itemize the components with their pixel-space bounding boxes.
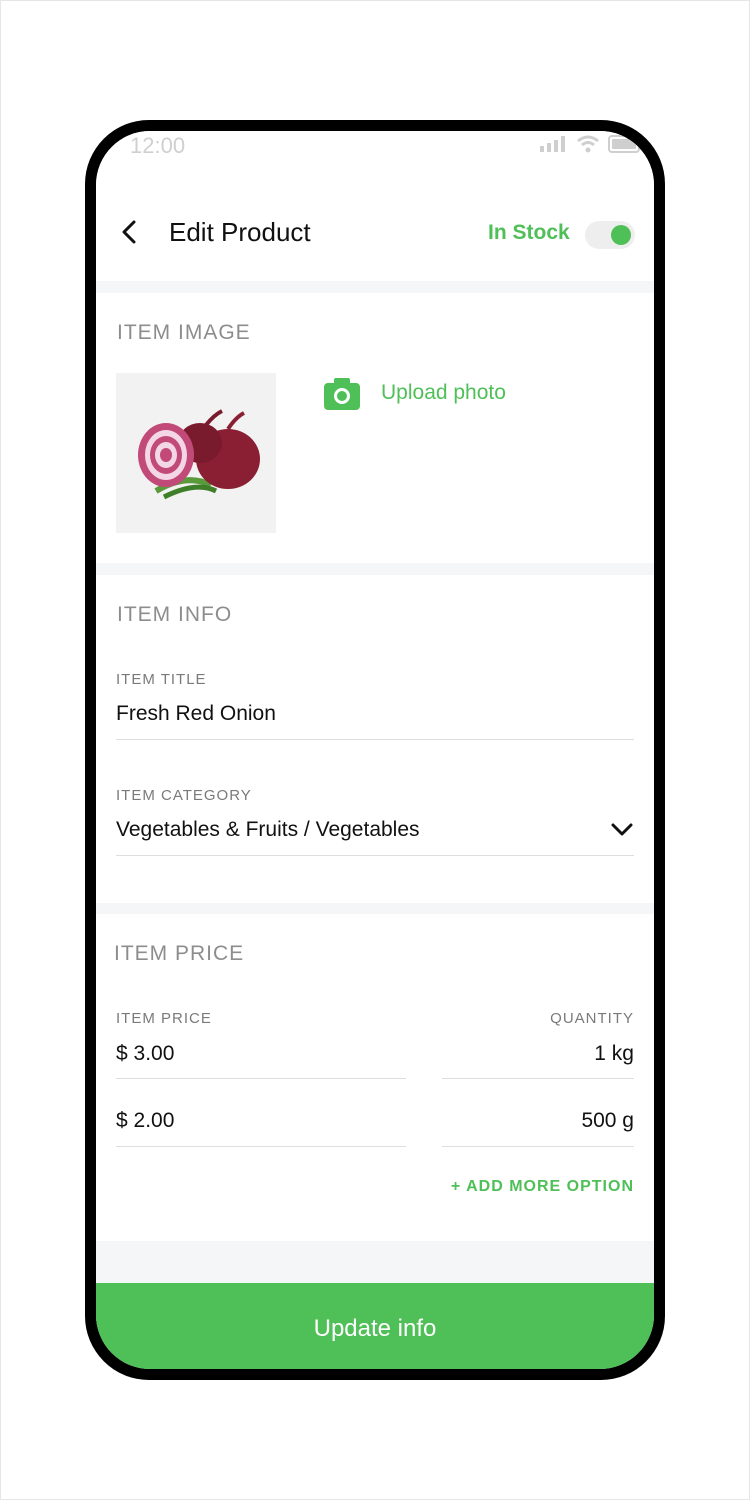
item-title-label: ITEM TITLE [116,671,207,688]
item-image-section: ITEM IMAGE Upload photo [96,293,654,563]
quantity-field-1[interactable]: 1 kg [594,1042,634,1066]
status-time: 12:00 [130,133,186,158]
product-image [116,373,276,533]
chevron-down-icon[interactable] [611,823,633,837]
price-field-2[interactable]: $ 2.00 [116,1109,174,1133]
item-price-section: ITEM PRICE ITEM PRICE QUANTITY $ 3.00 1 … [96,914,654,1241]
camera-icon[interactable] [324,378,360,410]
item-category-underline [116,855,634,856]
item-category-select[interactable]: Vegetables & Fruits / Vegetables [116,818,420,842]
header: 12:00 Edit Product In Stock [96,131,654,281]
quantity-underline-1 [442,1078,634,1079]
item-title-field[interactable]: Fresh Red Onion [116,702,276,726]
section-title-image: ITEM IMAGE [117,321,251,344]
app-screen: 12:00 Edit Product In Stock ITEM IMAGE U… [96,131,654,1369]
price-underline-2 [116,1146,406,1147]
red-onion-photo [138,409,260,500]
signal-icon [540,136,565,152]
quantity-column-label: QUANTITY [550,1010,634,1027]
stock-status-label: In Stock [488,221,570,244]
upload-photo-link[interactable]: Upload photo [381,381,506,405]
item-category-label: ITEM CATEGORY [116,787,252,804]
quantity-field-2[interactable]: 500 g [581,1109,634,1133]
in-stock-toggle[interactable] [585,221,635,249]
toggle-knob [611,225,631,245]
section-title-info: ITEM INFO [117,603,233,626]
price-underline-1 [116,1078,406,1079]
item-title-underline [116,739,634,740]
price-field-1[interactable]: $ 3.00 [116,1042,174,1066]
quantity-underline-2 [442,1146,634,1147]
price-column-label: ITEM PRICE [116,1010,212,1027]
back-arrow-icon[interactable] [118,219,140,245]
battery-icon [608,135,640,153]
section-title-price: ITEM PRICE [114,942,245,965]
wifi-icon [577,135,599,153]
add-more-option-button[interactable]: + ADD MORE OPTION [451,1178,634,1196]
item-info-section: ITEM INFO ITEM TITLE Fresh Red Onion ITE… [96,575,654,903]
status-icons [540,135,642,153]
update-info-button[interactable]: Update info [96,1283,654,1369]
page-title: Edit Product [169,217,311,247]
